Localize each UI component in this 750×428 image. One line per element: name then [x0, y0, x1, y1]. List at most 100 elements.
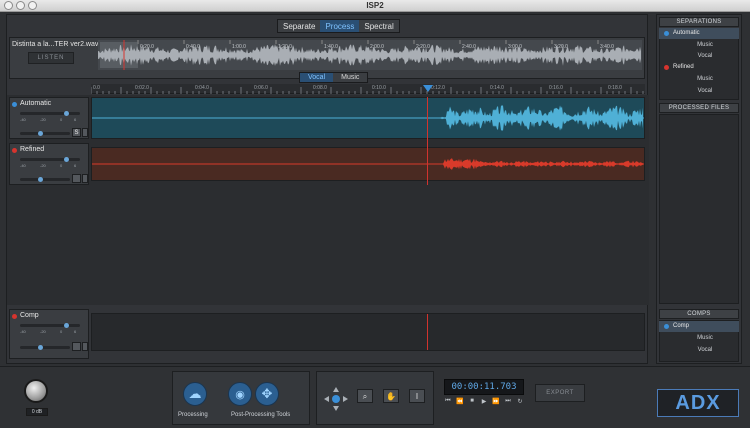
post-processing-label: Post-Processing Tools — [231, 412, 291, 418]
comp-volume-slider[interactable] — [20, 324, 80, 327]
post-process-button-1[interactable]: ◉ — [228, 382, 252, 406]
comp-solo-button[interactable] — [72, 342, 81, 351]
tab-spectral[interactable]: Spectral — [359, 20, 398, 32]
overview-tick-label: 1:00.0 — [232, 44, 246, 50]
track-volume-slider[interactable] — [20, 158, 80, 161]
edit-tools-group: ⌕ ✋ I — [316, 371, 434, 425]
track-pan-slider[interactable] — [20, 178, 70, 181]
comp-item[interactable]: Comp — [659, 321, 739, 332]
eye-icon: ◉ — [235, 389, 245, 401]
refined-waveform — [92, 158, 644, 170]
mute-button[interactable] — [82, 128, 88, 137]
timeline-ruler[interactable]: 0.0 0:02.0 0:04.0 0:06.0 0:08.0 0:10.0 0… — [91, 84, 645, 94]
track-pan-slider[interactable] — [20, 132, 70, 135]
comps-header: COMPS — [659, 309, 739, 319]
post-process-button-2[interactable]: ✥ — [255, 382, 279, 406]
solo-button[interactable] — [72, 174, 81, 183]
comp-mute-button[interactable] — [82, 342, 88, 351]
solo-button[interactable]: S — [72, 128, 81, 137]
tab-separate[interactable]: Separate — [278, 20, 320, 32]
track-volume-knob[interactable] — [64, 111, 69, 116]
loop-icon[interactable]: ↻ — [516, 398, 524, 408]
overview-tick-label: 2:40.0 — [462, 44, 476, 50]
track-name: Automatic — [20, 100, 52, 107]
scale-label: 6 — [74, 117, 77, 122]
skip-end-icon[interactable]: ⏭ — [504, 398, 512, 408]
track-lane-automatic[interactable] — [91, 97, 645, 139]
gain-readout: 0 dB — [26, 408, 48, 416]
skip-start-icon[interactable]: ⏮ — [444, 398, 452, 408]
scale-label: 0 — [60, 117, 63, 122]
separation-item-automatic[interactable]: Automatic — [659, 28, 739, 39]
processed-files-list — [659, 114, 739, 304]
arrows-icon — [324, 387, 348, 411]
track-pan-knob[interactable] — [38, 131, 43, 136]
move-icon: ✥ — [261, 386, 273, 401]
tab-process[interactable]: Process — [320, 20, 360, 32]
main-panel: Separate Process Spectral Distinta a la.… — [6, 14, 649, 364]
overview-tick-label: 0:20.0 — [140, 44, 154, 50]
select-tool-button[interactable]: I — [409, 389, 425, 403]
playhead-marker-icon[interactable] — [423, 85, 433, 93]
mute-button[interactable] — [82, 174, 88, 183]
transport-controls: ⏮ ⏪ ■ ▶ ⏩ ⏭ ↻ — [444, 398, 524, 408]
track-volume-slider[interactable] — [20, 112, 80, 115]
separations-header: SEPARATIONS — [659, 17, 739, 27]
cursor-icon: I — [415, 392, 419, 401]
master-gain-knob[interactable] — [24, 379, 48, 403]
comp-pan-slider[interactable] — [20, 346, 70, 349]
nudge-control[interactable] — [323, 386, 349, 412]
adx-logo: ADX — [657, 389, 739, 417]
processing-button[interactable]: ☁ — [183, 382, 207, 406]
track-lane-refined[interactable] — [91, 147, 645, 181]
track-controls-refined: Refined -40 -20 0 6 — [9, 143, 89, 185]
comp-track-controls: Comp -40 -20 0 6 — [9, 309, 89, 359]
sidebar: SEPARATIONS Automatic Music Vocal Refine… — [656, 14, 742, 364]
ruler-tick-label: 0:02.0 — [135, 85, 149, 91]
listen-button[interactable]: LISTEN — [28, 52, 74, 64]
window-title: ISP2 — [366, 1, 384, 10]
rewind-icon[interactable]: ⏪ — [456, 398, 464, 408]
comp-led-icon — [664, 324, 669, 329]
track-pan-knob[interactable] — [38, 177, 43, 182]
hand-icon: ✋ — [386, 392, 396, 401]
separation-child-music[interactable]: Music — [659, 40, 739, 51]
comp-volume-knob[interactable] — [64, 323, 69, 328]
ruler-tick-label: 0:14.0 — [490, 85, 504, 91]
separation-child-vocal[interactable]: Vocal — [659, 86, 739, 97]
file-name: Distinta a la...TER ver2.wav — [12, 41, 99, 48]
processing-label: Processing — [178, 412, 208, 418]
comp-pan-knob[interactable] — [38, 345, 43, 350]
separation-child-vocal[interactable]: Vocal — [659, 51, 739, 62]
ruler-tick-label: 0:12.0 — [431, 85, 445, 91]
stop-icon[interactable]: ■ — [468, 398, 476, 408]
export-button[interactable]: EXPORT — [535, 384, 585, 402]
processing-tools-group: ☁ Processing ◉ ✥ Post-Processing Tools — [172, 371, 310, 425]
mode-tabs: Separate Process Spectral — [277, 19, 400, 33]
title-bar: ISP2 — [0, 0, 750, 12]
scale-label: -40 — [20, 163, 26, 168]
scale-label: 6 — [74, 329, 77, 334]
comp-child-vocal[interactable]: Vocal — [659, 345, 739, 356]
scale-label: -20 — [40, 163, 46, 168]
separation-item-refined[interactable]: Refined — [659, 62, 739, 73]
overview-waveform-svg: 0:20.00:40.01:00.01:20.01:40.02:00.02:20… — [98, 40, 642, 70]
separation-child-music[interactable]: Music — [659, 74, 739, 85]
comp-lane[interactable] — [91, 313, 645, 351]
hand-tool-button[interactable]: ✋ — [383, 389, 399, 403]
track-led-icon — [12, 102, 17, 107]
fast-forward-icon[interactable]: ⏩ — [492, 398, 500, 408]
track-volume-knob[interactable] — [64, 157, 69, 162]
tab-vocal[interactable]: Vocal — [300, 73, 334, 82]
zoom-tool-button[interactable]: ⌕ — [357, 389, 373, 403]
separation-label: Automatic — [673, 30, 700, 36]
tab-music[interactable]: Music — [333, 73, 367, 82]
ruler-tick-label: 0:10.0 — [372, 85, 386, 91]
stem-tabs: Vocal Music — [299, 72, 369, 83]
overview-waveform[interactable]: 0:20.00:40.01:00.01:20.01:40.02:00.02:20… — [98, 40, 642, 70]
ruler-tick-label: 0:06.0 — [254, 85, 268, 91]
play-icon[interactable]: ▶ — [480, 398, 488, 408]
comp-child-music[interactable]: Music — [659, 333, 739, 344]
scale-label: 0 — [60, 163, 63, 168]
scale-label: 0 — [60, 329, 63, 334]
